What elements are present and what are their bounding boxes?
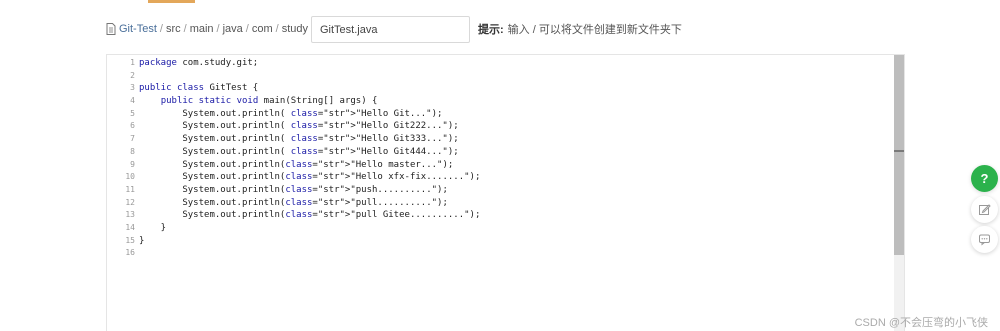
breadcrumb-separator: /: [275, 23, 279, 35]
line-number: 15: [125, 235, 135, 245]
line-number: 14: [125, 222, 135, 232]
line-number: 7: [130, 134, 135, 144]
code-line[interactable]: [139, 247, 892, 260]
file-icon: [106, 23, 116, 35]
code-line[interactable]: [139, 70, 892, 83]
filename-input[interactable]: [311, 16, 470, 43]
help-button[interactable]: ?: [971, 165, 998, 192]
breadcrumb-item-java[interactable]: java: [223, 23, 243, 35]
code-line[interactable]: System.out.println(class="str">"pull....…: [139, 197, 892, 210]
code-line[interactable]: System.out.println(class="str">"Hello ma…: [139, 159, 892, 172]
line-number: 10: [125, 172, 135, 182]
breadcrumb: Git-Test / src / main / java / com / stu…: [106, 16, 338, 42]
chat-button[interactable]: [971, 226, 998, 253]
code-line[interactable]: System.out.println( class="str">"Hello G…: [139, 120, 892, 133]
line-number: 12: [125, 197, 135, 207]
code-line[interactable]: System.out.println(class="str">"Hello xf…: [139, 171, 892, 184]
line-number: 3: [130, 83, 135, 93]
code-line[interactable]: package com.study.git;: [139, 57, 892, 70]
hint-text: 输入 / 可以将文件创建到新文件夹下: [507, 24, 682, 36]
line-number: 6: [130, 121, 135, 131]
code-editor[interactable]: 1 2 3 4 5 6 7 8 9 10 11 12 13 14 15 16 package com.stud…: [106, 54, 905, 331]
breadcrumb-separator: /: [245, 23, 249, 35]
breadcrumb-item-src[interactable]: src: [166, 23, 181, 35]
line-number: 9: [130, 159, 135, 169]
code-line[interactable]: System.out.println( class="str">"Hello G…: [139, 108, 892, 121]
top-accent-bar: [148, 0, 195, 3]
editor-scrollbar[interactable]: [894, 55, 904, 331]
breadcrumb-item-study[interactable]: study: [282, 23, 308, 35]
code-line[interactable]: public static void main(String[] args) {: [139, 95, 892, 108]
breadcrumb-separator: /: [159, 23, 163, 35]
scrollbar-marker: [894, 150, 904, 152]
scrollbar-thumb[interactable]: [894, 55, 904, 255]
hint-label: 提示:: [478, 24, 504, 36]
watermark: CSDN @不会压弯的小飞侠: [854, 317, 988, 329]
line-number: 11: [125, 184, 135, 194]
line-number: 1: [130, 58, 135, 67]
breadcrumb-separator: /: [216, 23, 220, 35]
breadcrumb-item-main[interactable]: main: [190, 23, 214, 35]
edit-icon: [979, 204, 991, 215]
code-line[interactable]: }: [139, 222, 892, 235]
code-line[interactable]: }: [139, 235, 892, 248]
feedback-edit-button[interactable]: [971, 196, 998, 223]
line-number: 13: [125, 210, 135, 220]
code-line[interactable]: public class GitTest {: [139, 82, 892, 95]
code-line[interactable]: System.out.println(class="str">"push....…: [139, 184, 892, 197]
code-line[interactable]: System.out.println(class="str">"pull Git…: [139, 209, 892, 222]
code-line[interactable]: System.out.println( class="str">"Hello G…: [139, 133, 892, 146]
breadcrumb-root-link[interactable]: Git-Test: [119, 23, 157, 35]
line-number: 5: [130, 108, 135, 118]
hint: 提示: 输入 / 可以将文件创建到新文件夹下: [478, 16, 682, 42]
code-area[interactable]: package com.study.git; public class GitTe…: [139, 55, 892, 331]
line-number: 2: [130, 70, 135, 80]
chat-icon: [979, 234, 990, 246]
help-icon: ?: [980, 171, 989, 186]
line-number-gutter: 1 2 3 4 5 6 7 8 9 10 11 12 13 14 15 16: [107, 55, 135, 331]
breadcrumb-separator: /: [183, 23, 187, 35]
code-line[interactable]: System.out.println( class="str">"Hello G…: [139, 146, 892, 159]
line-number: 8: [130, 146, 135, 156]
line-number: 16: [125, 248, 135, 258]
breadcrumb-item-com[interactable]: com: [252, 23, 273, 35]
line-number: 4: [130, 96, 135, 106]
